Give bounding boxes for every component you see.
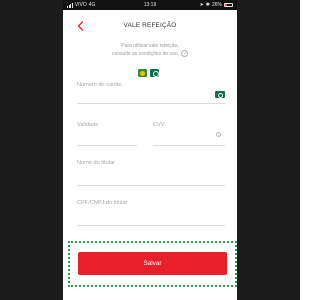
- holder-name-input[interactable]: [77, 168, 225, 176]
- device-frame-right: [237, 0, 300, 300]
- card-number-label: Número do cartão: [77, 82, 122, 88]
- holder-name-field[interactable]: Nome do titular: [77, 160, 225, 186]
- location-icon: ➤: [199, 2, 204, 8]
- cvv-info-icon[interactable]: i: [216, 132, 221, 137]
- help-icon[interactable]: ?: [181, 50, 188, 57]
- validity-input[interactable]: [77, 130, 137, 138]
- card-brand-logos: [138, 69, 159, 77]
- header: VALE REFEIÇÃO: [63, 18, 237, 34]
- alelo-logo-icon: [150, 69, 159, 77]
- usage-info: Para utilizar vale refeição, consulte as…: [63, 43, 237, 58]
- info-line-2: consulte as condições de uso.?: [63, 50, 237, 58]
- validity-label: Validade: [77, 122, 99, 128]
- battery-percent: 26%: [211, 2, 222, 8]
- cvv-field[interactable]: CVV i: [153, 122, 225, 146]
- card-number-field[interactable]: Número do cartão: [77, 82, 225, 104]
- vr-logo-icon: [138, 69, 147, 77]
- card-number-input[interactable]: [77, 90, 225, 98]
- battery-icon: [224, 3, 233, 7]
- info-line-2-text: consulte as condições de uso.: [112, 50, 179, 57]
- holder-cpf-input[interactable]: [77, 208, 225, 216]
- status-right: ➤ ✱ 26%: [200, 0, 233, 10]
- cvv-label: CVV: [153, 122, 165, 128]
- status-bar: VIVO 4G 13:19 ➤ ✱ 26%: [63, 0, 237, 10]
- device-frame-left: [0, 0, 63, 300]
- holder-name-label: Nome do titular: [77, 160, 115, 166]
- validity-field[interactable]: Validade: [77, 122, 137, 146]
- holder-cpf-label: CPF/CNPJ do titular: [77, 200, 128, 206]
- save-button[interactable]: Salvar: [78, 252, 227, 275]
- info-line-1: Para utilizar vale refeição,: [121, 43, 179, 49]
- holder-cpf-field[interactable]: CPF/CNPJ do titular: [77, 200, 225, 226]
- card-brand-icon: [215, 91, 225, 98]
- page-title: VALE REFEIÇÃO: [123, 22, 177, 29]
- bluetooth-icon: ✱: [205, 2, 210, 8]
- cvv-input[interactable]: [153, 130, 225, 138]
